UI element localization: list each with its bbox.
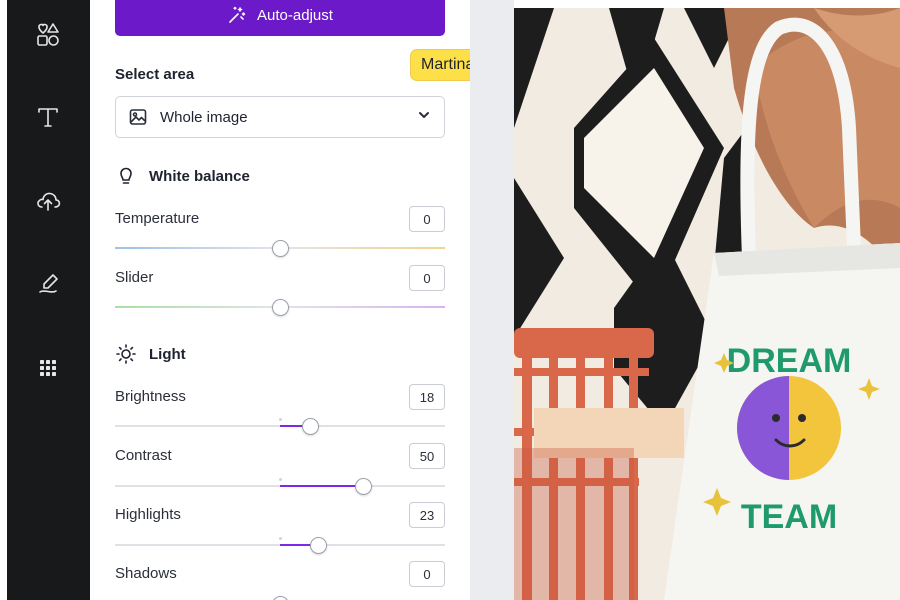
temperature-slider-thumb[interactable] [272, 240, 289, 257]
brightness-label: Brightness [115, 388, 186, 405]
brightness-slider-thumb[interactable] [301, 418, 319, 435]
shadows-value[interactable]: 0 [409, 561, 445, 587]
photo-canvas[interactable]: DREAM TEAM [514, 8, 900, 600]
temperature-label: Temperature [115, 210, 200, 227]
contrast-slider[interactable] [115, 478, 445, 495]
contrast-value[interactable]: 50 [409, 443, 445, 469]
apps-icon[interactable] [28, 348, 68, 388]
center-tick [279, 418, 282, 421]
slider-value[interactable]: 0 [409, 265, 445, 291]
bag-text-bottom: TEAM [741, 498, 837, 536]
auto-adjust-label: Auto-adjust [257, 6, 333, 24]
bag-text-top: DREAM [727, 342, 852, 380]
image-icon [128, 107, 148, 127]
white-balance-title: White balance [149, 167, 250, 185]
select-area-dropdown[interactable]: Whole image [115, 96, 445, 138]
temperature-value[interactable]: 0 [409, 206, 445, 232]
contrast-slider-thumb[interactable] [354, 478, 372, 495]
center-tick [279, 537, 282, 540]
contrast-label: Contrast [115, 447, 172, 464]
highlights-label: Highlights [115, 506, 181, 523]
slider-label: Slider [115, 269, 154, 286]
sun-icon [116, 344, 136, 364]
select-area-label: Select area [115, 66, 195, 83]
highlights-slider-thumb[interactable] [309, 537, 327, 554]
contrast-slider-fill [280, 485, 363, 487]
magic-wand-icon [229, 6, 246, 23]
adjust-panel: Auto-adjust Select area Whole image Whit… [90, 0, 501, 600]
tote-bag-photo: DREAM TEAM [514, 8, 900, 600]
white-balance-header: White balance [115, 165, 250, 187]
draw-icon[interactable] [28, 264, 68, 304]
temperature-slider[interactable] [115, 240, 445, 257]
shadows-label: Shadows [115, 565, 177, 582]
text-icon[interactable] [28, 97, 68, 137]
chevron-down-icon [416, 107, 432, 128]
light-header: Light [115, 343, 186, 365]
lightbulb-icon [120, 167, 132, 184]
center-tick [279, 478, 282, 481]
brightness-slider[interactable] [115, 418, 445, 435]
brightness-value[interactable]: 18 [409, 384, 445, 410]
highlights-slider[interactable] [115, 537, 445, 554]
auto-adjust-button[interactable]: Auto-adjust [115, 0, 445, 36]
tint-slider-thumb[interactable] [272, 299, 289, 316]
window-edge [0, 0, 7, 600]
shadows-slider-thumb[interactable] [272, 596, 289, 600]
tint-slider[interactable] [115, 299, 445, 316]
elements-icon[interactable] [28, 14, 68, 54]
upload-icon[interactable] [28, 181, 68, 221]
select-area-value: Whole image [160, 108, 248, 126]
light-title: Light [149, 345, 186, 363]
highlights-value[interactable]: 23 [409, 502, 445, 528]
left-rail [0, 0, 90, 600]
panel-gutter [470, 0, 514, 600]
